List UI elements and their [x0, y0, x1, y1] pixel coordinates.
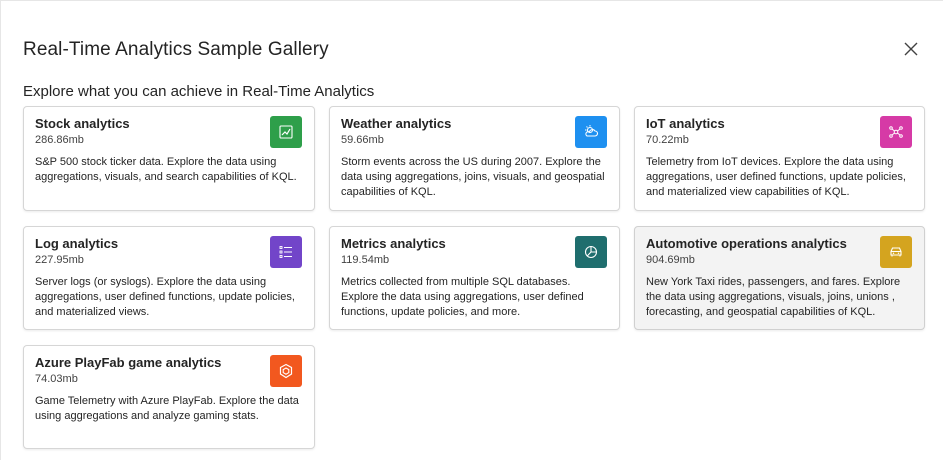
card-title: Log analytics — [35, 236, 119, 251]
close-icon — [904, 42, 918, 56]
car-icon — [880, 236, 912, 268]
sample-card-iot-analytics[interactable]: IoT analytics 70.22mb Telemetry from IoT… — [634, 106, 925, 211]
card-size: 286.86mb — [35, 134, 84, 146]
card-description: S&P 500 stock ticker data. Explore the d… — [35, 156, 297, 183]
line-chart-icon — [270, 116, 302, 148]
card-description: New York Taxi rides, passengers, and far… — [646, 276, 901, 318]
sample-card-automotive-operations-analytics[interactable]: Automotive operations analytics 904.69mb… — [634, 226, 925, 330]
card-size: 119.54mb — [341, 254, 390, 266]
gallery-subtitle: Explore what you can achieve in Real-Tim… — [23, 83, 375, 100]
sample-card-log-analytics[interactable]: Log analytics 227.95mb Server logs (or s… — [23, 226, 315, 330]
card-title: Weather analytics — [341, 116, 452, 131]
weather-icon — [575, 116, 607, 148]
sample-card-weather-analytics[interactable]: Weather analytics 59.66mb Storm events a… — [329, 106, 620, 211]
card-size: 904.69mb — [646, 254, 695, 266]
close-button[interactable] — [899, 37, 923, 61]
card-size: 74.03mb — [35, 373, 78, 385]
pie-chart-icon — [575, 236, 607, 268]
dialog-title: Real-Time Analytics Sample Gallery — [23, 39, 329, 60]
playfab-icon — [270, 355, 302, 387]
card-size: 227.95mb — [35, 254, 84, 266]
sample-card-metrics-analytics[interactable]: Metrics analytics 119.54mb Metrics colle… — [329, 226, 620, 330]
card-title: Metrics analytics — [341, 236, 446, 251]
card-description: Metrics collected from multiple SQL data… — [341, 276, 584, 318]
card-title: Stock analytics — [35, 116, 130, 131]
list-icon — [270, 236, 302, 268]
sample-gallery-dialog: Real-Time Analytics Sample Gallery Explo… — [0, 0, 943, 460]
iot-network-icon — [880, 116, 912, 148]
card-description: Game Telemetry with Azure PlayFab. Explo… — [35, 395, 299, 422]
card-title: Azure PlayFab game analytics — [35, 355, 222, 370]
sample-card-azure-playfab-game-analytics[interactable]: Azure PlayFab game analytics 74.03mb Gam… — [23, 345, 315, 449]
card-size: 59.66mb — [341, 134, 384, 146]
card-size: 70.22mb — [646, 134, 689, 146]
card-description: Telemetry from IoT devices. Explore the … — [646, 156, 906, 198]
sample-card-stock-analytics[interactable]: Stock analytics 286.86mb S&P 500 stock t… — [23, 106, 315, 211]
card-description: Storm events across the US during 2007. … — [341, 156, 605, 198]
card-title: IoT analytics — [646, 116, 725, 131]
card-title: Automotive operations analytics — [646, 236, 847, 251]
card-description: Server logs (or syslogs). Explore the da… — [35, 276, 295, 318]
